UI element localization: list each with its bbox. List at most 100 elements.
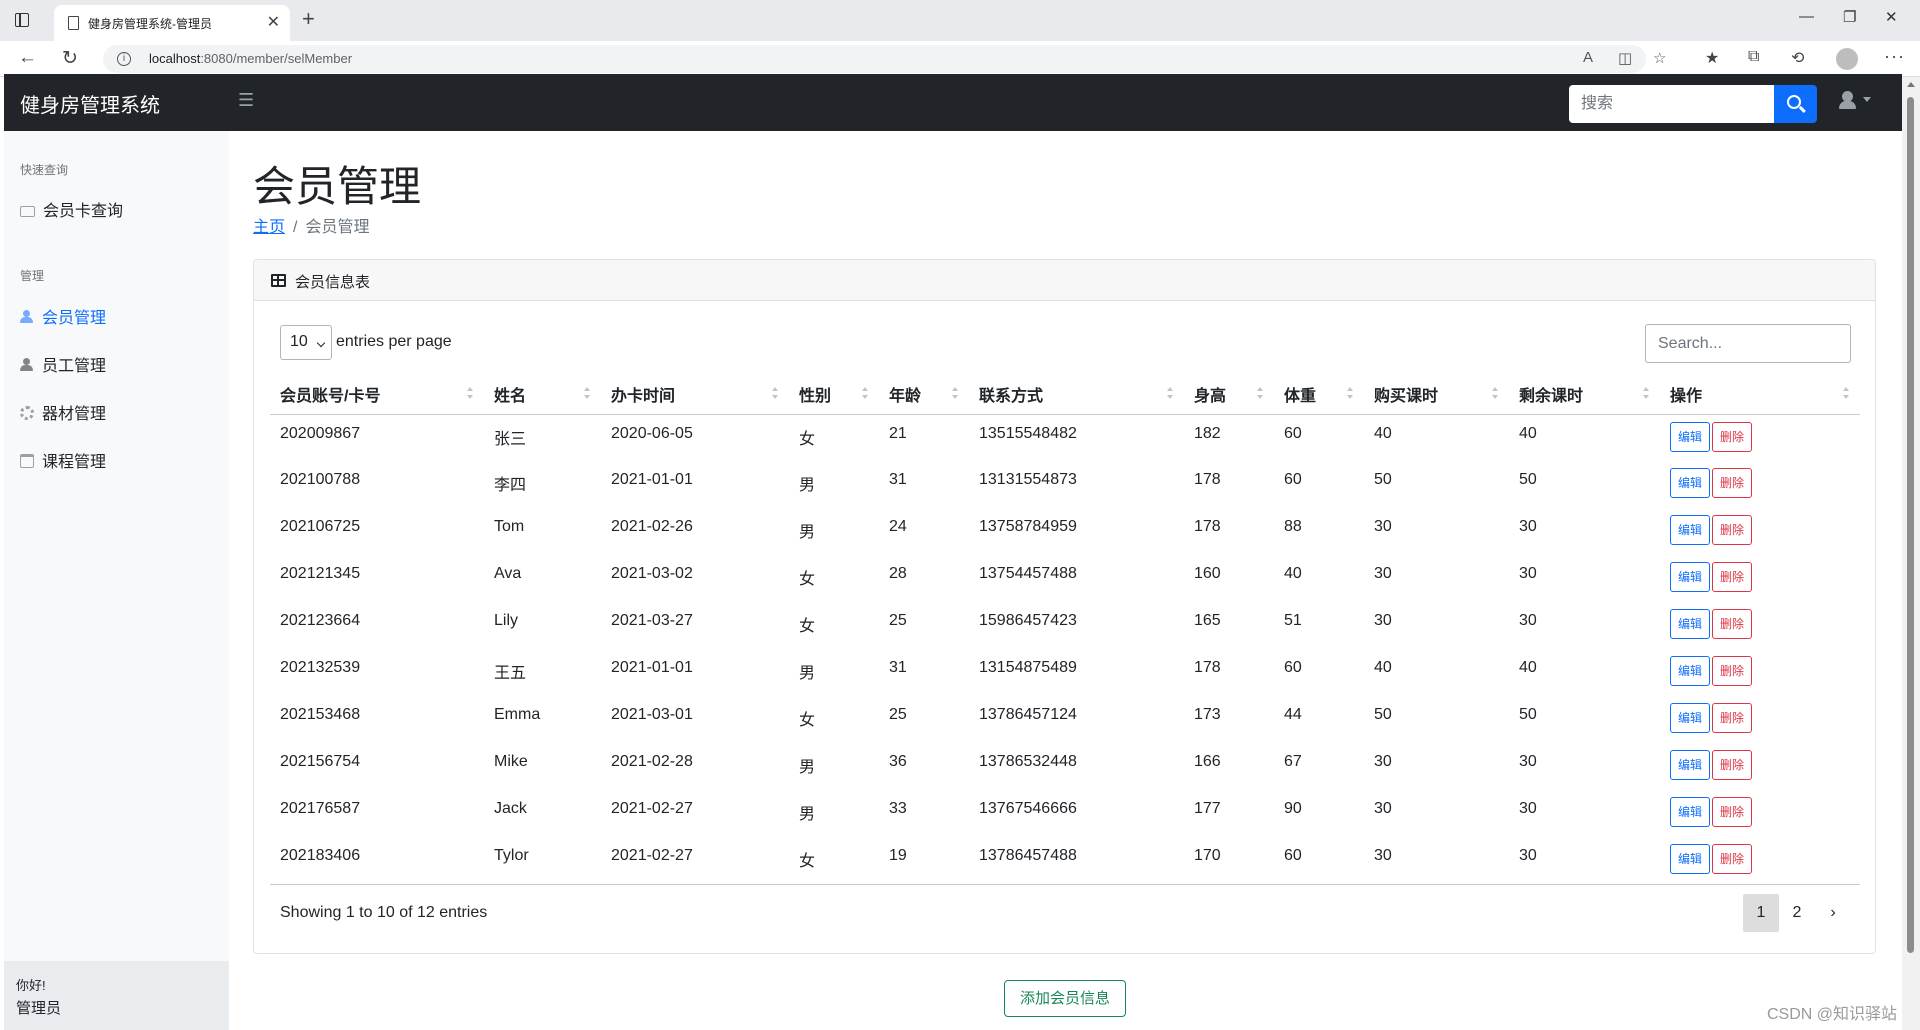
sidebar-item-member[interactable]: 会员管理 [20, 304, 106, 328]
scroll-up-icon[interactable] [1907, 82, 1915, 87]
refresh-icon[interactable]: ↻ [62, 47, 78, 70]
sidebar-item-label: 员工管理 [42, 358, 107, 375]
table-cell: 2021-01-01 [611, 659, 693, 676]
scrollbar-thumb[interactable] [1907, 97, 1914, 953]
edit-button[interactable]: 编辑 [1670, 844, 1711, 874]
edit-button[interactable]: 编辑 [1670, 515, 1711, 545]
column-header[interactable]: 身高 [1184, 374, 1274, 415]
edit-button[interactable]: 编辑 [1670, 609, 1711, 639]
sort-icon [772, 387, 779, 401]
table-cell: 36 [889, 753, 907, 770]
per-page-select[interactable]: 10 [280, 325, 332, 360]
table-cell: 160 [1194, 565, 1221, 582]
split-screen-icon[interactable]: ◫ [1618, 49, 1632, 67]
table-cell: 13131554873 [979, 471, 1077, 488]
page-2-button[interactable]: 2 [1779, 894, 1815, 932]
edit-button[interactable]: 编辑 [1670, 468, 1711, 498]
sidebar-item-course[interactable]: 课程管理 [20, 448, 106, 472]
column-header[interactable]: 剩余课时 [1509, 374, 1660, 415]
site-info-icon[interactable]: i [117, 52, 131, 66]
collections-icon[interactable]: ⧉ [1748, 48, 1759, 66]
table-cell: 202009867 [280, 424, 361, 442]
column-header[interactable]: 年龄 [879, 374, 969, 415]
table-cell: 15986457423 [979, 612, 1077, 629]
column-header[interactable]: 操作 [1660, 374, 1860, 415]
favorites-icon[interactable]: ★ [1705, 48, 1719, 68]
next-page-button[interactable]: › [1815, 894, 1851, 932]
edit-button[interactable]: 编辑 [1670, 562, 1711, 592]
breadcrumb-home-link[interactable]: 主页 [253, 219, 285, 236]
table-cell: 178 [1194, 471, 1221, 488]
table-cell: 2021-02-28 [611, 753, 693, 770]
table-cell: Mike [494, 753, 528, 770]
column-header[interactable]: 体重 [1274, 374, 1364, 415]
delete-button[interactable]: 删除 [1712, 797, 1753, 827]
edit-button[interactable]: 编辑 [1670, 421, 1711, 452]
delete-button[interactable]: 删除 [1712, 562, 1753, 592]
sidebar-item-card-query[interactable]: 会员卡查询 [20, 197, 123, 221]
delete-button[interactable]: 删除 [1712, 468, 1753, 498]
column-header[interactable]: 会员账号/卡号 [270, 374, 484, 415]
table-cell: 2021-03-01 [611, 706, 693, 723]
restore-icon[interactable]: ❐ [1843, 8, 1856, 26]
sidebar-item-equipment[interactable]: 器材管理 [20, 400, 106, 424]
column-header[interactable]: 办卡时间 [601, 374, 789, 415]
back-icon[interactable]: ← [18, 47, 37, 69]
table-search-input[interactable] [1645, 324, 1851, 363]
table-cell: 30 [1519, 565, 1537, 582]
sidebar-item-label: 会员卡查询 [43, 203, 124, 220]
table-cell: Ava [494, 565, 522, 582]
table-cell: 202153468 [280, 706, 361, 723]
window-menu-icon[interactable] [15, 13, 29, 27]
sidebar-toggle-icon[interactable]: ☰ [238, 90, 254, 111]
navbar-search-input[interactable] [1569, 85, 1774, 123]
close-tab-icon[interactable]: ✕ [267, 12, 280, 32]
table-cell: 30 [1374, 518, 1392, 535]
delete-button[interactable]: 删除 [1712, 515, 1753, 545]
table-cell: 2021-02-27 [611, 847, 693, 864]
sort-icon [1257, 387, 1264, 401]
row-actions: 编辑 删除 [1660, 555, 1860, 602]
row-actions: 编辑 删除 [1660, 837, 1860, 884]
table-cell: 女 [799, 571, 816, 588]
brand-title[interactable]: 健身房管理系统 [20, 89, 160, 118]
column-header[interactable]: 联系方式 [969, 374, 1184, 415]
delete-button[interactable]: 删除 [1712, 421, 1753, 452]
table-cell: Jack [494, 800, 527, 817]
address-bar[interactable]: i localhost:8080/member/selMember A ◫ ☆ [103, 45, 1666, 73]
sort-icon [1643, 387, 1650, 401]
delete-button[interactable]: 删除 [1712, 656, 1753, 686]
more-menu-icon[interactable]: ··· [1884, 46, 1905, 67]
edit-button[interactable]: 编辑 [1670, 656, 1711, 686]
profile-avatar[interactable] [1836, 48, 1858, 70]
table-cell: 30 [1374, 800, 1392, 817]
close-window-icon[interactable]: ✕ [1885, 8, 1898, 26]
page-1-button[interactable]: 1 [1743, 894, 1779, 932]
add-member-button[interactable]: 添加会员信息 [1004, 980, 1126, 1017]
read-aloud-icon[interactable]: A [1583, 49, 1593, 66]
delete-button[interactable]: 删除 [1712, 750, 1753, 780]
table-cell: 25 [889, 612, 907, 629]
history-icon[interactable]: ⟲ [1791, 48, 1804, 68]
edit-button[interactable]: 编辑 [1670, 750, 1711, 780]
minimize-icon[interactable]: — [1799, 8, 1814, 25]
delete-button[interactable]: 删除 [1712, 703, 1753, 733]
navbar-search-button[interactable] [1774, 85, 1817, 123]
edit-button[interactable]: 编辑 [1670, 797, 1711, 827]
browser-tab[interactable]: 健身房管理系统-管理员 ✕ [54, 5, 290, 41]
sidebar-item-staff[interactable]: 员工管理 [20, 352, 106, 376]
delete-button[interactable]: 删除 [1712, 609, 1753, 639]
per-page-label: entries per page [336, 333, 452, 350]
column-header[interactable]: 姓名 [484, 374, 601, 415]
edit-button[interactable]: 编辑 [1670, 703, 1711, 733]
column-header[interactable]: 性别 [789, 374, 879, 415]
delete-button[interactable]: 删除 [1712, 844, 1753, 874]
watermark: CSDN @知识驿站 [1767, 1006, 1898, 1023]
table-cell: 男 [799, 759, 816, 776]
scrollbar[interactable] [1902, 77, 1920, 1030]
sort-icon [952, 387, 959, 401]
column-header[interactable]: 购买课时 [1364, 374, 1509, 415]
add-favorite-icon[interactable]: ☆ [1653, 49, 1666, 67]
new-tab-icon[interactable]: + [302, 6, 315, 32]
table-cell: Emma [494, 706, 541, 723]
